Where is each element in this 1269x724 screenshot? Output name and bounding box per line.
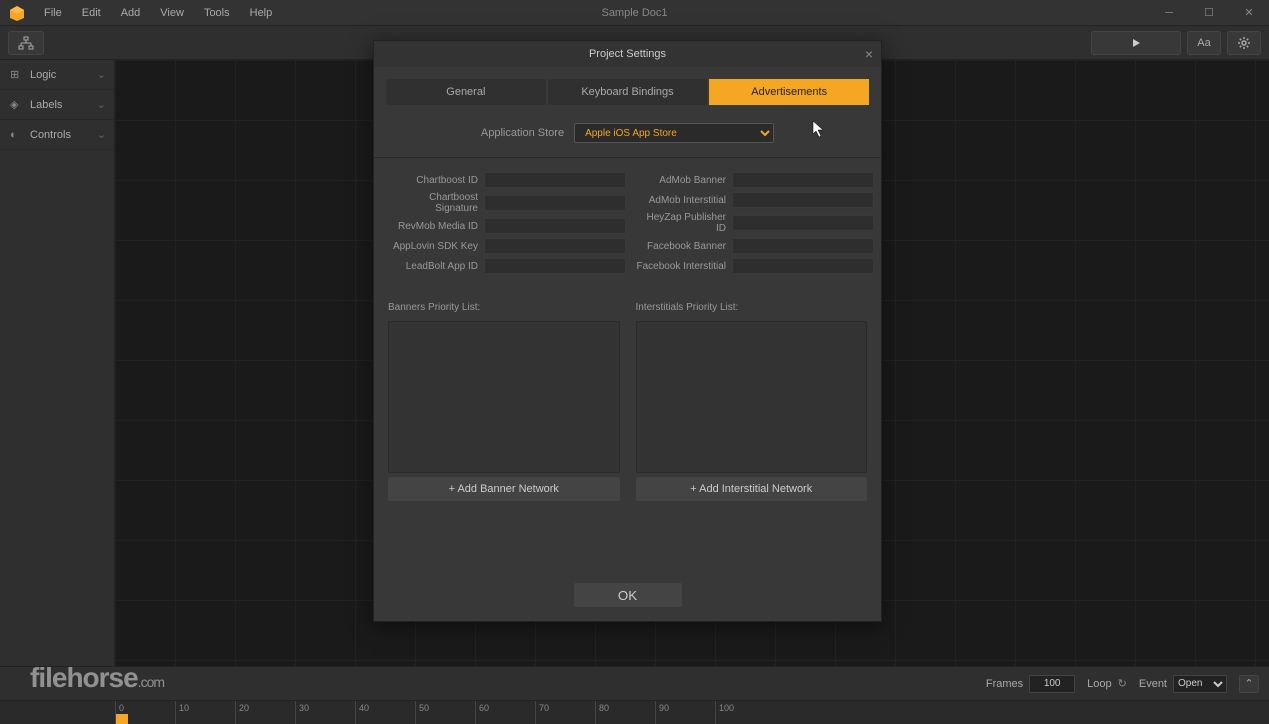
play-button[interactable] — [1091, 31, 1181, 55]
ruler-tick[interactable]: 40 — [355, 701, 415, 724]
ruler-tick[interactable]: 90 — [655, 701, 715, 724]
dialog-header: Project Settings × — [374, 41, 881, 67]
ruler-tick[interactable]: 100 — [715, 701, 775, 724]
frames-label: Frames — [986, 678, 1023, 690]
facebook-banner-label: Facebook Banner — [636, 241, 732, 252]
banners-priority-list[interactable] — [388, 321, 620, 473]
dialog-title: Project Settings — [589, 48, 666, 60]
admob-banner-label: AdMob Banner — [636, 175, 732, 186]
facebook-banner-input[interactable] — [732, 238, 874, 254]
menu-bar: File Edit Add View Tools Help Sample Doc… — [0, 0, 1269, 26]
timeline-bar: Frames Loop ↻ Event Open ⌃ — [0, 666, 1269, 700]
sidebar-item-controls[interactable]: ◐ Controls ⌄ — [0, 120, 114, 150]
ruler-tick[interactable]: 30 — [295, 701, 355, 724]
revmob-media-id-label: RevMob Media ID — [388, 221, 484, 232]
settings-button[interactable] — [1227, 31, 1261, 55]
controls-icon: ◐ — [10, 129, 24, 141]
timeline-marker[interactable] — [116, 714, 128, 724]
watermark: filehorse.com — [30, 662, 164, 694]
app-logo-icon — [8, 4, 26, 22]
admob-interstitial-label: AdMob Interstitial — [636, 195, 732, 206]
sidebar-item-labels[interactable]: ◈ Labels ⌄ — [0, 90, 114, 120]
ok-button[interactable]: OK — [574, 583, 682, 607]
tab-general[interactable]: General — [386, 79, 546, 105]
frames-input[interactable] — [1029, 675, 1075, 693]
hierarchy-icon — [18, 36, 34, 50]
sidebar-item-label: Labels — [30, 99, 62, 111]
chartboost-signature-input[interactable] — [484, 195, 626, 211]
loop-icon[interactable]: ↻ — [1118, 677, 1127, 690]
chartboost-signature-label: Chartboost Signature — [388, 192, 484, 214]
maximize-button[interactable]: ☐ — [1189, 0, 1229, 26]
menu-help[interactable]: Help — [240, 7, 283, 19]
minimize-button[interactable]: ─ — [1149, 0, 1189, 26]
revmob-media-id-input[interactable] — [484, 218, 626, 234]
sidebar-item-logic[interactable]: ⊞ Logic ⌄ — [0, 60, 114, 90]
timeline-ruler[interactable]: 0102030405060708090100 — [0, 700, 1269, 724]
close-window-button[interactable]: ✕ — [1229, 0, 1269, 26]
event-label: Event — [1139, 678, 1167, 690]
ruler-tick[interactable]: 10 — [175, 701, 235, 724]
facebook-interstitial-label: Facebook Interstitial — [636, 261, 732, 272]
collapse-timeline-button[interactable]: ⌃ — [1239, 675, 1259, 693]
application-store-label: Application Store — [481, 127, 564, 139]
chartboost-id-input[interactable] — [484, 172, 626, 188]
hierarchy-button[interactable] — [8, 31, 44, 55]
play-icon — [1131, 38, 1141, 48]
admob-interstitial-input[interactable] — [732, 192, 874, 208]
tab-advertisements[interactable]: Advertisements — [709, 79, 869, 105]
heyzap-publisher-id-label: HeyZap Publisher ID — [636, 212, 732, 234]
ruler-tick[interactable]: 70 — [535, 701, 595, 724]
application-store-select[interactable]: Apple iOS App Store — [574, 123, 774, 143]
heyzap-publisher-id-input[interactable] — [732, 215, 874, 231]
interstitials-priority-label: Interstitials Priority List: — [636, 302, 868, 313]
event-select[interactable]: Open — [1173, 675, 1227, 693]
interstitials-priority-list[interactable] — [636, 321, 868, 473]
ruler-tick[interactable]: 80 — [595, 701, 655, 724]
add-interstitial-network-button[interactable]: + Add Interstitial Network — [636, 477, 868, 501]
menu-add[interactable]: Add — [111, 7, 151, 19]
sidebar-item-label: Logic — [30, 69, 56, 81]
window-controls: ─ ☐ ✕ — [1149, 0, 1269, 26]
menu-tools[interactable]: Tools — [194, 7, 240, 19]
ruler-tick[interactable]: 20 — [235, 701, 295, 724]
chevron-down-icon: ⌄ — [97, 68, 106, 81]
applovin-sdk-key-label: AppLovin SDK Key — [388, 241, 484, 252]
font-button[interactable]: Aa — [1187, 31, 1221, 55]
menu-view[interactable]: View — [150, 7, 194, 19]
gear-icon — [1237, 36, 1251, 50]
menu-edit[interactable]: Edit — [72, 7, 111, 19]
ruler-tick[interactable]: 60 — [475, 701, 535, 724]
chevron-down-icon: ⌄ — [97, 98, 106, 111]
leadbolt-app-id-input[interactable] — [484, 258, 626, 274]
project-settings-dialog: Project Settings × General Keyboard Bind… — [373, 40, 882, 622]
chevron-down-icon: ⌄ — [97, 128, 106, 141]
logic-icon: ⊞ — [10, 68, 24, 81]
admob-banner-input[interactable] — [732, 172, 874, 188]
loop-label: Loop — [1087, 678, 1111, 690]
sidebar: ⊞ Logic ⌄ ◈ Labels ⌄ ◐ Controls ⌄ — [0, 60, 115, 666]
document-title: Sample Doc1 — [601, 7, 667, 19]
dialog-close-button[interactable]: × — [865, 46, 873, 62]
applovin-sdk-key-input[interactable] — [484, 238, 626, 254]
divider — [374, 157, 881, 158]
facebook-interstitial-input[interactable] — [732, 258, 874, 274]
chartboost-id-label: Chartboost ID — [388, 175, 484, 186]
banners-priority-label: Banners Priority List: — [388, 302, 620, 313]
add-banner-network-button[interactable]: + Add Banner Network — [388, 477, 620, 501]
tab-keyboard-bindings[interactable]: Keyboard Bindings — [548, 79, 708, 105]
sidebar-item-label: Controls — [30, 129, 71, 141]
ruler-tick[interactable]: 0 — [115, 701, 175, 724]
menu-file[interactable]: File — [34, 7, 72, 19]
ruler-tick[interactable]: 50 — [415, 701, 475, 724]
leadbolt-app-id-label: LeadBolt App ID — [388, 261, 484, 272]
labels-icon: ◈ — [10, 98, 24, 111]
